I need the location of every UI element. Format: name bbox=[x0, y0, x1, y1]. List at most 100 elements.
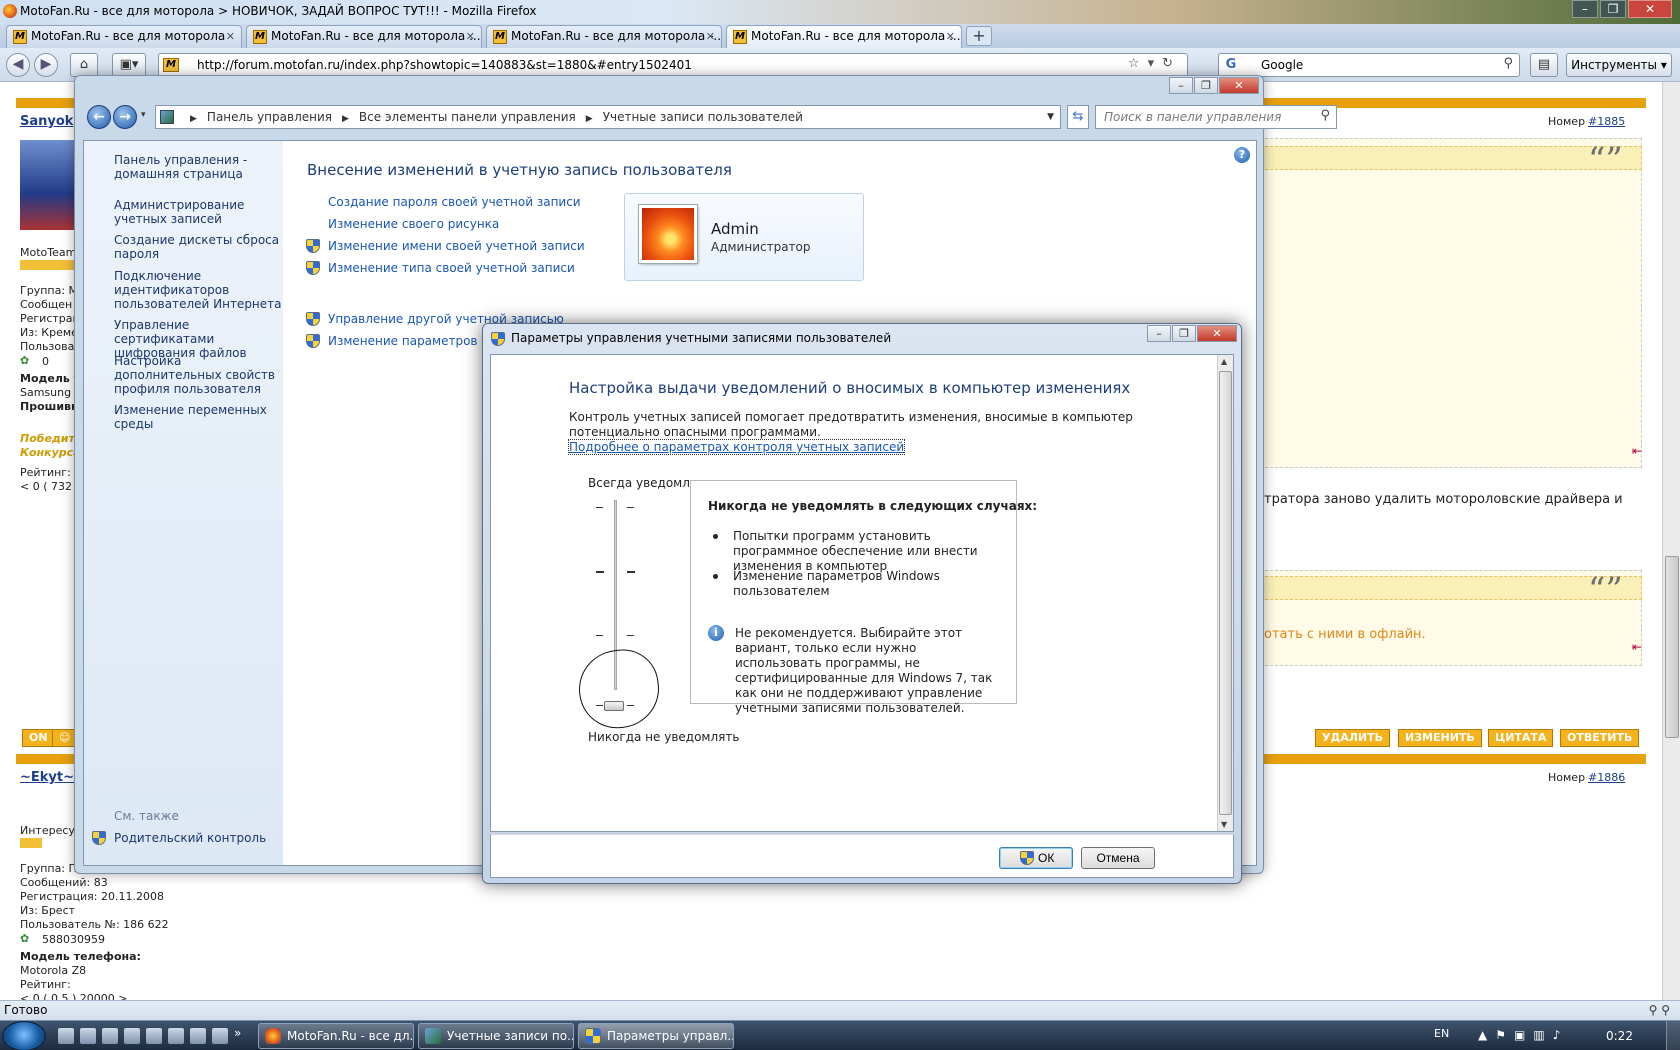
search-icon[interactable]: ⚲ bbox=[1503, 56, 1513, 71]
action-center-flag-icon[interactable]: ⚑ bbox=[1495, 1028, 1514, 1042]
maximize-button[interactable]: ❐ bbox=[1194, 77, 1218, 94]
google-engine-icon[interactable]: G bbox=[1223, 57, 1239, 73]
dialog-scrollbar[interactable]: ▲ ▼ bbox=[1217, 355, 1233, 831]
cancel-button[interactable]: Отмена bbox=[1081, 847, 1155, 869]
forum-user-link-2[interactable]: ~Ekyt~ bbox=[20, 770, 74, 785]
breadcrumb[interactable]: ▶ Панель управления ▶ Все элементы панели у… bbox=[155, 105, 1061, 129]
home-icon[interactable]: ⌂ bbox=[70, 53, 98, 77]
new-tab-button[interactable]: + bbox=[966, 26, 992, 46]
minimize-button[interactable]: – bbox=[1572, 0, 1598, 18]
language-indicator[interactable]: EN bbox=[1434, 1027, 1449, 1040]
search-icon[interactable]: ⚲ bbox=[1320, 108, 1330, 123]
reply-post-button[interactable]: ОТВЕТИТЬ bbox=[1560, 729, 1640, 747]
user-icon[interactable] bbox=[102, 1028, 118, 1044]
control-panel-search-input[interactable]: Поиск в панели управления ⚲ bbox=[1095, 105, 1337, 129]
show-desktop-icon[interactable] bbox=[58, 1028, 74, 1044]
search-bar[interactable]: G Google ⚲ bbox=[1218, 53, 1520, 77]
online-status-button[interactable]: ON bbox=[22, 729, 55, 747]
maximize-button[interactable]: ❐ bbox=[1172, 325, 1196, 342]
ok-button[interactable]: ОК bbox=[999, 847, 1073, 869]
bookmark-star-icon[interactable]: ☆ bbox=[1128, 56, 1148, 71]
post-number-link[interactable]: #1885 bbox=[1588, 115, 1625, 128]
browser-tab-1[interactable]: M MotoFan.Ru - все для моторола ✕ bbox=[6, 25, 242, 48]
breadcrumb-separator-icon[interactable]: ▶ bbox=[190, 114, 197, 124]
explorer-icon[interactable] bbox=[80, 1028, 96, 1044]
forum-user-link[interactable]: Sanyok bbox=[20, 114, 73, 129]
post-arrow-icon[interactable]: ⇤ bbox=[1632, 640, 1642, 654]
post-arrow-icon[interactable]: ⇤ bbox=[1632, 444, 1642, 458]
dialog-scrollbar-thumb[interactable] bbox=[1219, 371, 1232, 815]
taskbar-item-firefox[interactable]: MotoFan.Ru - все дл... bbox=[258, 1023, 414, 1049]
close-button[interactable]: ✕ bbox=[1628, 0, 1672, 18]
minimize-button[interactable]: – bbox=[1169, 77, 1193, 94]
quick-launch-more-icon[interactable]: » bbox=[234, 1026, 241, 1040]
breadcrumb-item[interactable]: Учетные записи пользователей bbox=[603, 110, 803, 124]
task-link-reset-disk[interactable]: Создание дискеты сброса пароля bbox=[114, 233, 284, 261]
downloads-icon[interactable]: ▤ bbox=[1530, 53, 1558, 77]
parental-controls-link[interactable]: Родительский контроль bbox=[92, 831, 266, 845]
show-desktop-button[interactable] bbox=[1666, 1021, 1680, 1050]
tools-menu-button[interactable]: Инструменты ▾ bbox=[1566, 53, 1672, 77]
tools-icon[interactable] bbox=[190, 1028, 206, 1044]
forward-icon[interactable]: ▶ bbox=[34, 53, 58, 77]
post-number-link[interactable]: #1886 bbox=[1588, 771, 1625, 784]
task-link-profile[interactable]: Настройка дополнительных свойств профиля… bbox=[114, 354, 284, 396]
change-name-link[interactable]: Изменение имени своей учетной записи bbox=[306, 239, 585, 253]
network-icon[interactable]: ▥ bbox=[1533, 1028, 1552, 1042]
taskbar-item-uac-settings[interactable]: Параметры управл... bbox=[578, 1023, 734, 1049]
change-account-type-link[interactable]: Изменение типа своей учетной записи bbox=[306, 261, 575, 275]
uac-more-info-link[interactable]: Подробнее о параметрах контроля учетных … bbox=[567, 439, 906, 455]
refresh-icon[interactable]: ⇆ bbox=[1067, 105, 1089, 129]
quote-post-button[interactable]: ЦИТАТА bbox=[1488, 729, 1554, 747]
network-icon[interactable] bbox=[168, 1028, 184, 1044]
back-icon[interactable]: ◀ bbox=[6, 53, 30, 77]
breadcrumb-item[interactable]: Панель управления bbox=[207, 110, 332, 124]
address-dropdown-icon[interactable]: ▼ bbox=[1047, 106, 1054, 128]
breadcrumb-separator-icon[interactable]: ▶ bbox=[342, 114, 349, 124]
taskbar-item-user-accounts[interactable]: Учетные записи по... bbox=[418, 1023, 574, 1049]
level-description-title: Никогда не уведомлять в следующих случая… bbox=[708, 499, 1038, 513]
create-password-link[interactable]: Создание пароля своей учетной записи bbox=[328, 195, 581, 209]
zoom-icons[interactable]: ⚲ ⚲ bbox=[1649, 1001, 1670, 1019]
volume-icon[interactable]: ♪ bbox=[1553, 1028, 1569, 1042]
browser-tab-2[interactable]: M MotoFan.Ru - все для моторола ... ✕ bbox=[246, 25, 482, 48]
back-arrow-icon[interactable]: ← bbox=[87, 105, 111, 129]
drive-icon[interactable] bbox=[124, 1028, 140, 1044]
task-link-env-vars[interactable]: Изменение переменных среды bbox=[114, 403, 284, 431]
breadcrumb-item[interactable]: Все элементы панели управления bbox=[359, 110, 576, 124]
task-link-online-ids[interactable]: Подключение идентификаторов пользователе… bbox=[114, 269, 284, 311]
change-picture-link[interactable]: Изменение своего рисунка bbox=[328, 217, 499, 231]
edit-post-button[interactable]: ИЗМЕНИТЬ bbox=[1398, 729, 1482, 747]
bookmarks-panel-icon[interactable]: ▣▾ bbox=[112, 53, 146, 77]
close-button[interactable]: ✕ bbox=[1197, 325, 1237, 342]
history-dropdown-icon[interactable]: ▾ bbox=[1148, 56, 1163, 71]
clock[interactable]: 0:22 bbox=[1606, 1029, 1633, 1043]
url-bar[interactable]: M http://forum.motofan.ru/index.php?show… bbox=[158, 53, 1188, 77]
close-tab-icon[interactable]: ✕ bbox=[226, 26, 235, 47]
delete-post-button[interactable]: УДАЛИТЬ bbox=[1315, 729, 1391, 747]
close-tab-icon[interactable]: ✕ bbox=[946, 26, 955, 47]
close-tab-icon[interactable]: ✕ bbox=[466, 26, 475, 47]
reload-icon[interactable]: ↻ bbox=[1162, 56, 1181, 71]
page-scrollbar-thumb[interactable] bbox=[1665, 556, 1679, 738]
page-scrollbar[interactable] bbox=[1662, 82, 1680, 1010]
breadcrumb-separator-icon[interactable]: ▶ bbox=[586, 114, 593, 124]
scroll-up-icon[interactable]: ▲ bbox=[1221, 357, 1227, 366]
recent-pages-icon[interactable]: ▾ bbox=[141, 110, 146, 120]
media-icon[interactable] bbox=[212, 1028, 228, 1044]
browser-tab-4-active[interactable]: M MotoFan.Ru - все для моторола ... ✕ bbox=[726, 25, 962, 48]
close-tab-icon[interactable]: ✕ bbox=[706, 26, 715, 47]
minimize-button[interactable]: – bbox=[1147, 325, 1171, 342]
browser-tab-3[interactable]: M MotoFan.Ru - все для моторола -... ✕ bbox=[486, 25, 722, 48]
drive-icon[interactable] bbox=[146, 1028, 162, 1044]
help-icon[interactable]: ? bbox=[1234, 147, 1250, 163]
display-icon[interactable]: ▣ bbox=[1514, 1028, 1533, 1042]
forward-arrow-icon[interactable]: → bbox=[113, 105, 137, 129]
task-link-home[interactable]: Панель управления - домашняя страница bbox=[114, 153, 284, 181]
maximize-button[interactable]: ❐ bbox=[1600, 0, 1626, 18]
task-link-manage-accounts[interactable]: Администрирование учетных записей bbox=[114, 198, 284, 226]
tray-expand-icon[interactable]: ▲ bbox=[1478, 1028, 1495, 1042]
scroll-down-icon[interactable]: ▼ bbox=[1221, 820, 1227, 829]
start-button[interactable] bbox=[2, 1021, 46, 1050]
close-button[interactable]: ✕ bbox=[1219, 77, 1259, 94]
